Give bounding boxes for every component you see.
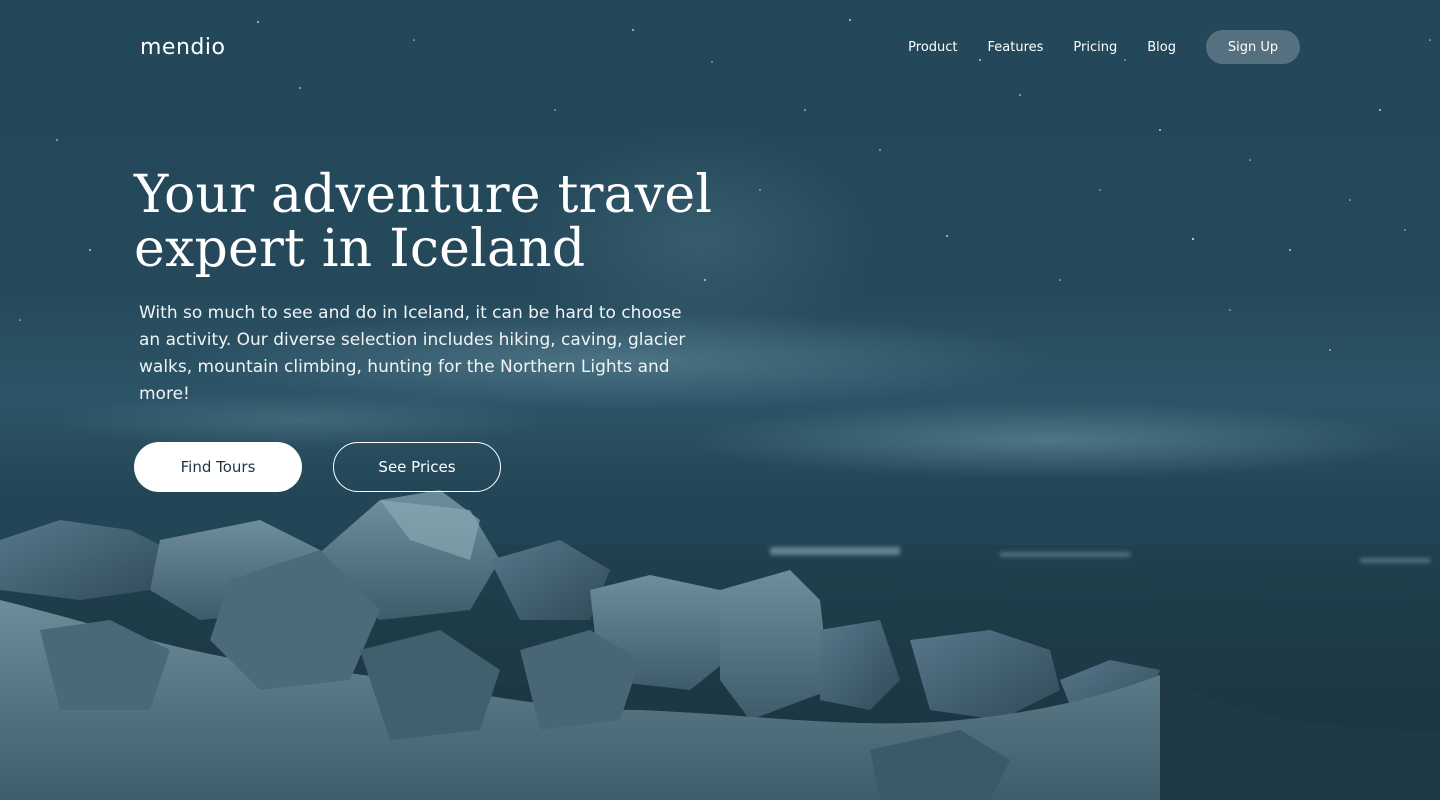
see-prices-button[interactable]: See Prices xyxy=(333,442,501,492)
hero-description: With so much to see and do in Iceland, i… xyxy=(139,303,686,404)
brand-logo[interactable]: mendio xyxy=(140,35,225,60)
nav-link-pricing[interactable]: Pricing xyxy=(1073,40,1117,55)
sign-up-button[interactable]: Sign Up xyxy=(1206,30,1300,64)
hero-headline: Your adventure travel expert in Iceland xyxy=(134,168,734,276)
hero-content: Your adventure travel expert in Iceland … xyxy=(134,168,734,408)
nav-link-features[interactable]: Features xyxy=(988,40,1044,55)
headline-line-2: expert in Iceland xyxy=(134,219,586,279)
hero-section: mendio Product Features Pricing Blog Sig… xyxy=(0,0,1440,800)
nav-link-product[interactable]: Product xyxy=(908,40,957,55)
find-tours-button[interactable]: Find Tours xyxy=(134,442,302,492)
top-navigation: mendio Product Features Pricing Blog Sig… xyxy=(140,30,1300,64)
headline-line-1: Your adventure travel xyxy=(134,165,713,225)
nav-link-blog[interactable]: Blog xyxy=(1147,40,1176,55)
cta-group: Find Tours See Prices xyxy=(134,442,501,492)
snowy-rocks xyxy=(0,490,1440,800)
nav-links: Product Features Pricing Blog Sign Up xyxy=(878,30,1300,64)
